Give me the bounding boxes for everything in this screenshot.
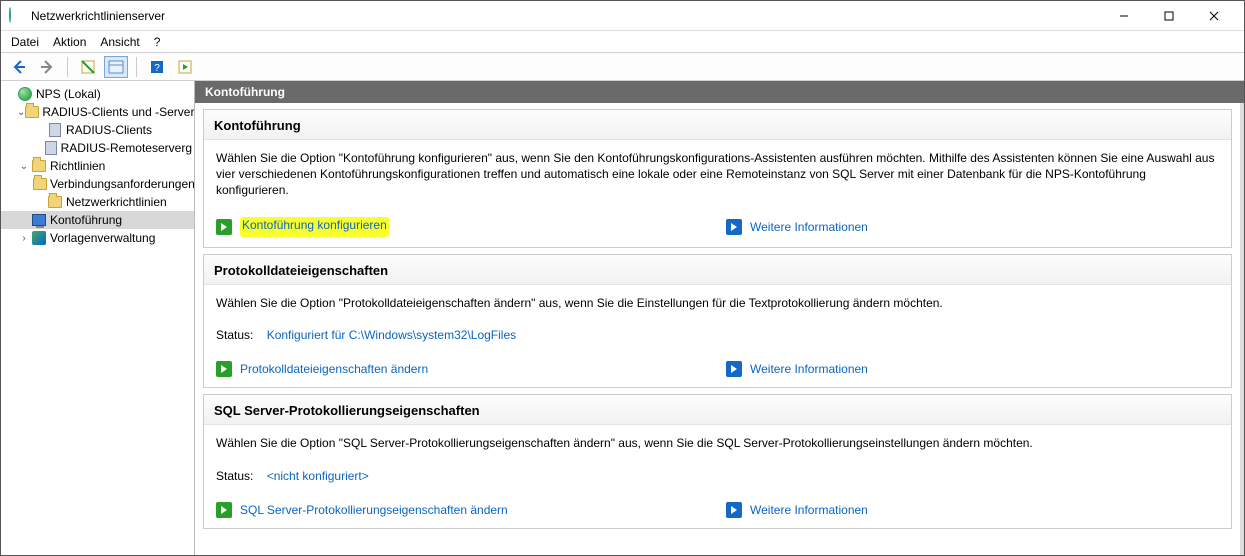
link-more-info[interactable]: Weitere Informationen	[750, 502, 868, 518]
section-description: Wählen Sie die Option "SQL Server-Protok…	[216, 435, 1219, 451]
close-button[interactable]	[1191, 2, 1236, 30]
menu-file[interactable]: Datei	[11, 35, 39, 49]
svg-text:?: ?	[154, 63, 160, 74]
help-button[interactable]: ?	[145, 56, 169, 78]
tree-label: Verbindungsanforderungen	[50, 177, 195, 191]
minimize-button[interactable]	[1101, 2, 1146, 30]
section-title: SQL Server-Protokollierungseigenschaften	[204, 395, 1231, 425]
folder-icon	[31, 158, 47, 174]
section-title: Protokolldateieigenschaften	[204, 255, 1231, 285]
content-pane: Kontoführung Kontoführung Wählen Sie die…	[195, 81, 1244, 555]
status-value[interactable]: Konfiguriert für C:\Windows\system32\Log…	[267, 328, 516, 342]
body: NPS (Lokal) ⌄ RADIUS-Clients und -Server…	[1, 81, 1244, 555]
arrow-right-icon	[726, 219, 742, 235]
menu-help[interactable]: ?	[154, 35, 161, 49]
arrow-right-icon	[216, 219, 232, 235]
section-title: Kontoführung	[204, 110, 1231, 140]
show-hide-tree-button[interactable]	[76, 56, 100, 78]
tree-label: NPS (Lokal)	[36, 87, 101, 101]
title-bar: Netzwerkrichtlinienserver	[1, 1, 1244, 31]
menu-bar: Datei Aktion Ansicht ?	[1, 31, 1244, 53]
nav-forward-button[interactable]	[35, 56, 59, 78]
tree-network-policies[interactable]: Netzwerkrichtlinien	[1, 193, 194, 211]
link-more-info[interactable]: Weitere Informationen	[750, 219, 868, 235]
nav-back-button[interactable]	[7, 56, 31, 78]
tree-templates[interactable]: › Vorlagenverwaltung	[1, 229, 194, 247]
menu-view[interactable]: Ansicht	[100, 35, 139, 49]
section-accounting: Kontoführung Wählen Sie die Option "Kont…	[203, 109, 1232, 248]
nav-tree[interactable]: NPS (Lokal) ⌄ RADIUS-Clients und -Server…	[1, 81, 195, 555]
expand-icon[interactable]: ›	[17, 233, 31, 244]
section-logfile-props: Protokolldateieigenschaften Wählen Sie d…	[203, 254, 1232, 389]
arrow-right-icon	[726, 361, 742, 377]
tree-root-nps[interactable]: NPS (Lokal)	[1, 85, 194, 103]
toolbar-separator	[67, 57, 68, 77]
collapse-icon[interactable]: ⌄	[17, 107, 25, 118]
tools-icon	[31, 230, 47, 246]
server-icon	[47, 122, 63, 138]
arrow-right-icon	[726, 502, 742, 518]
link-more-info[interactable]: Weitere Informationen	[750, 361, 868, 377]
status-label: Status:	[216, 328, 253, 342]
status-label: Status:	[216, 469, 253, 483]
tree-label: Netzwerkrichtlinien	[66, 195, 167, 209]
tree-policies[interactable]: ⌄ Richtlinien	[1, 157, 194, 175]
folder-icon	[25, 104, 39, 120]
tree-label: RADIUS-Clients	[66, 123, 152, 137]
arrow-right-icon	[216, 361, 232, 377]
tree-label: Richtlinien	[50, 159, 105, 173]
section-sql-props: SQL Server-Protokollierungseigenschaften…	[203, 394, 1232, 529]
globe-icon	[17, 86, 33, 102]
toolbar: ?	[1, 53, 1244, 81]
collapse-icon[interactable]: ⌄	[17, 161, 31, 172]
tree-connection-requests[interactable]: Verbindungsanforderungen	[1, 175, 194, 193]
app-icon	[9, 8, 25, 24]
maximize-button[interactable]	[1146, 2, 1191, 30]
toolbar-separator	[136, 57, 137, 77]
window-title: Netzwerkrichtlinienserver	[31, 9, 165, 23]
arrow-right-icon	[216, 502, 232, 518]
link-change-logfile-props[interactable]: Protokolldateieigenschaften ändern	[240, 361, 428, 377]
tree-label: RADIUS-Clients und -Server	[42, 105, 194, 119]
action-pane-button[interactable]	[173, 56, 197, 78]
tree-accounting[interactable]: Kontoführung	[1, 211, 194, 229]
tree-label: Kontoführung	[50, 213, 122, 227]
menu-action[interactable]: Aktion	[53, 35, 86, 49]
tree-radius-group[interactable]: ⌄ RADIUS-Clients und -Server	[1, 103, 194, 121]
status-value[interactable]: <nicht konfiguriert>	[267, 469, 369, 483]
app-window: Netzwerkrichtlinienserver Datei Aktion A…	[0, 0, 1245, 556]
content-header: Kontoführung	[195, 81, 1244, 103]
content-scroll[interactable]: Kontoführung Wählen Sie die Option "Kont…	[195, 103, 1244, 555]
monitor-icon	[31, 212, 47, 228]
server-icon	[44, 140, 57, 156]
section-description: Wählen Sie die Option "Protokolldateieig…	[216, 295, 1219, 311]
tree-radius-remote[interactable]: RADIUS-Remoteserverg	[1, 139, 194, 157]
section-description: Wählen Sie die Option "Kontoführung konf…	[216, 150, 1219, 199]
tree-label: Vorlagenverwaltung	[50, 231, 155, 245]
tree-label: RADIUS-Remoteserverg	[61, 141, 192, 155]
folder-icon	[33, 176, 47, 192]
tree-radius-clients[interactable]: RADIUS-Clients	[1, 121, 194, 139]
folder-icon	[47, 194, 63, 210]
link-configure-accounting[interactable]: Kontoführung konfigurieren	[240, 217, 389, 237]
link-change-sql-props[interactable]: SQL Server-Protokollierungseigenschaften…	[240, 502, 508, 518]
properties-button[interactable]	[104, 56, 128, 78]
